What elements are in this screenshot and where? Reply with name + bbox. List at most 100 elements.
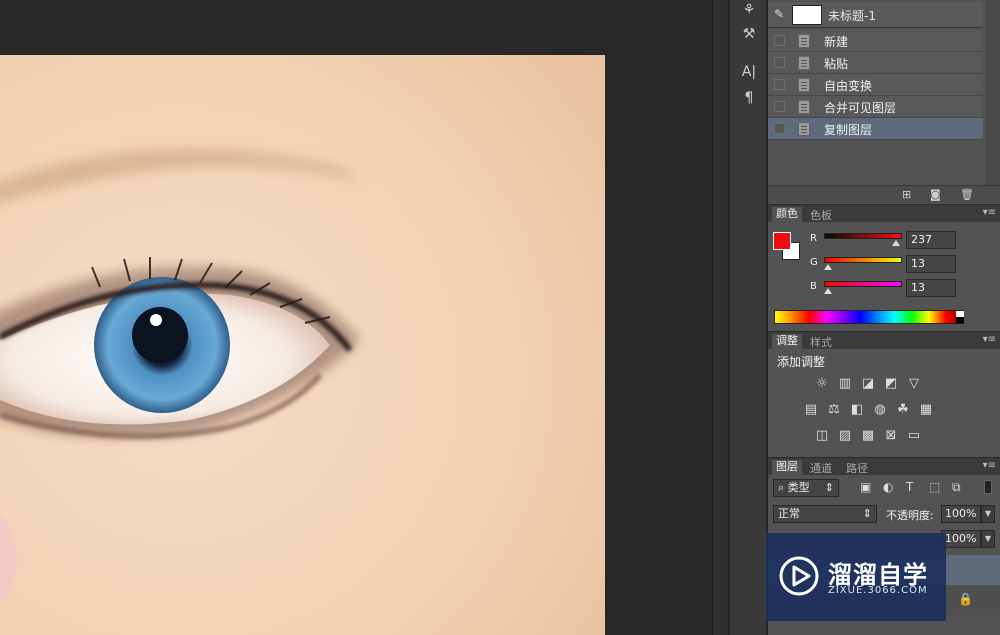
panel-menu-icon[interactable]: ▾≡ <box>983 334 996 345</box>
camera-icon[interactable]: ◙ <box>930 188 941 201</box>
history-step-label: 自由变换 <box>824 79 873 93</box>
play-logo-icon <box>779 556 819 596</box>
opacity-input[interactable]: 100% <box>941 505 981 523</box>
trash-icon[interactable]: 🗑 <box>960 188 974 201</box>
hue-saturation-icon[interactable]: ▤ <box>803 403 819 417</box>
canvas-workspace[interactable] <box>0 0 712 635</box>
panel-icon-strip: ⚘ ⚒ A| ¶ <box>729 0 767 635</box>
watermark-logo: 溜溜自学 ZIXUE.3066.COM <box>766 533 946 621</box>
photo-filter-icon[interactable]: ◍ <box>872 403 888 417</box>
history-source-checkbox[interactable] <box>774 123 785 134</box>
filter-type-icon[interactable]: T <box>906 480 913 494</box>
channel-g-thumb[interactable] <box>823 264 832 270</box>
gradient-map-icon[interactable]: ▭ <box>906 429 922 443</box>
channel-b-thumb[interactable] <box>823 288 832 294</box>
tab-color[interactable]: 颜色 <box>772 207 802 223</box>
channel-g-value[interactable]: 13 <box>906 255 956 273</box>
color-panel-tabs: 颜色 色板 ▾≡ <box>768 204 1000 223</box>
add-adjustment-title: 添加调整 <box>777 355 826 369</box>
channel-r-label: R <box>810 233 817 244</box>
filter-smart-object-icon[interactable]: ⧉ <box>952 480 961 495</box>
layers-panel-tabs: 图层 通道 路径 ▾≡ <box>768 457 1000 476</box>
opacity-label: 不透明度: <box>886 509 934 522</box>
channel-g-slider[interactable] <box>824 257 902 263</box>
tab-channels[interactable]: 通道 <box>810 460 832 476</box>
tab-adjustments[interactable]: 调整 <box>772 334 802 350</box>
eye-photo <box>0 55 605 635</box>
document-icon <box>798 100 810 114</box>
vibrance-icon[interactable]: ▽ <box>906 377 922 391</box>
blend-mode-select[interactable]: 正常 ⇕ <box>773 505 877 523</box>
history-step[interactable]: 自由变换 <box>768 74 983 96</box>
history-step[interactable]: 粘贴 <box>768 52 983 74</box>
history-source-checkbox[interactable] <box>774 57 785 68</box>
curves-icon[interactable]: ◪ <box>860 377 876 391</box>
foreground-color-swatch[interactable] <box>773 232 791 250</box>
exposure-icon[interactable]: ◩ <box>883 377 899 391</box>
layer-filter-select[interactable]: ⌕ 类型 ⇕ <box>773 479 839 497</box>
channel-b-slider[interactable] <box>824 281 902 287</box>
history-scrollbar[interactable] <box>985 0 1000 185</box>
history-brush-icon[interactable]: ✎ <box>774 7 784 21</box>
snapshot-thumbnail <box>792 5 822 25</box>
channel-r-value[interactable]: 237 <box>906 231 956 249</box>
adjustments-panel-tabs: 调整 样式 ▾≡ <box>768 331 1000 350</box>
filter-shape-icon[interactable]: ⬚ <box>929 480 940 494</box>
panel-menu-icon[interactable]: ▾≡ <box>983 460 996 471</box>
history-step-label: 合并可见图层 <box>824 101 897 115</box>
tab-styles[interactable]: 样式 <box>810 334 832 350</box>
watermark-subtitle: ZIXUE.3066.COM <box>828 585 928 596</box>
history-snapshot[interactable]: ✎ 未标题-1 <box>768 2 983 28</box>
history-step[interactable]: 合并可见图层 <box>768 96 983 118</box>
posterize-icon[interactable]: ▨ <box>837 429 853 443</box>
brightness-contrast-icon[interactable]: ☼ <box>814 377 830 391</box>
history-footer: ⊞ ◙ 🗑 <box>768 185 1000 203</box>
history-step-label: 粘贴 <box>824 57 849 71</box>
brush-preset-icon[interactable]: ⚘ <box>738 0 760 20</box>
history-source-checkbox[interactable] <box>774 79 785 90</box>
filter-adjustment-icon[interactable]: ◐ <box>883 480 893 494</box>
invert-icon[interactable]: ◫ <box>814 429 830 443</box>
panel-menu-icon[interactable]: ▾≡ <box>983 207 996 218</box>
channel-mixer-icon[interactable]: ☘ <box>895 403 911 417</box>
opacity-dropdown-arrow-icon[interactable]: ▼ <box>981 505 995 523</box>
levels-icon[interactable]: ▥ <box>837 377 853 391</box>
threshold-icon[interactable]: ▩ <box>860 429 876 443</box>
black-white-ramp[interactable] <box>956 311 964 323</box>
fill-dropdown-arrow-icon[interactable]: ▼ <box>981 530 995 548</box>
new-document-from-state-icon[interactable]: ⊞ <box>902 188 911 201</box>
layer-filter-value: 类型 <box>787 481 810 494</box>
document-icon <box>798 78 810 92</box>
history-step-selected[interactable]: 复制图层 <box>768 118 983 140</box>
paragraph-icon[interactable]: ¶ <box>738 88 760 108</box>
lock-icon: 🔒 <box>958 592 973 606</box>
dropdown-arrow-icon: ⇕ <box>862 507 872 520</box>
tab-layers[interactable]: 图层 <box>772 460 802 476</box>
selective-color-icon[interactable]: ⊠ <box>883 429 899 443</box>
channel-b-value[interactable]: 13 <box>906 279 956 297</box>
tab-paths[interactable]: 路径 <box>846 460 868 476</box>
history-step[interactable]: 新建 <box>768 30 983 52</box>
channel-r-slider[interactable] <box>824 233 902 239</box>
snapshot-label: 未标题-1 <box>828 9 876 23</box>
canvas-vertical-scrollbar[interactable] <box>712 0 728 635</box>
black-white-icon[interactable]: ◧ <box>849 403 865 417</box>
tab-swatches[interactable]: 色板 <box>810 207 832 223</box>
filter-toggle[interactable] <box>984 480 992 494</box>
history-source-checkbox[interactable] <box>774 101 785 112</box>
history-step-label: 复制图层 <box>824 123 873 137</box>
adjustments-panel: 添加调整 ☼ ▥ ◪ ◩ ▽ ▤ ⚖ ◧ ◍ ☘ ▦ ◫ ▨ ▩ ⊠ ▭ <box>768 349 1000 457</box>
fill-input[interactable]: 100% <box>941 530 981 548</box>
history-source-checkbox[interactable] <box>774 35 785 46</box>
character-icon[interactable]: A| <box>738 62 760 82</box>
document-icon <box>798 122 810 136</box>
blend-mode-value: 正常 <box>778 507 800 520</box>
color-balance-icon[interactable]: ⚖ <box>826 403 842 417</box>
filter-pixel-icon[interactable]: ▣ <box>860 480 871 494</box>
document-canvas[interactable] <box>0 55 605 635</box>
channel-r-thumb[interactable] <box>892 240 901 246</box>
color-spectrum-ramp[interactable] <box>774 310 964 324</box>
color-lookup-icon[interactable]: ▦ <box>918 403 934 417</box>
tool-preset-icon[interactable]: ⚒ <box>738 24 760 44</box>
document-icon <box>798 34 810 48</box>
